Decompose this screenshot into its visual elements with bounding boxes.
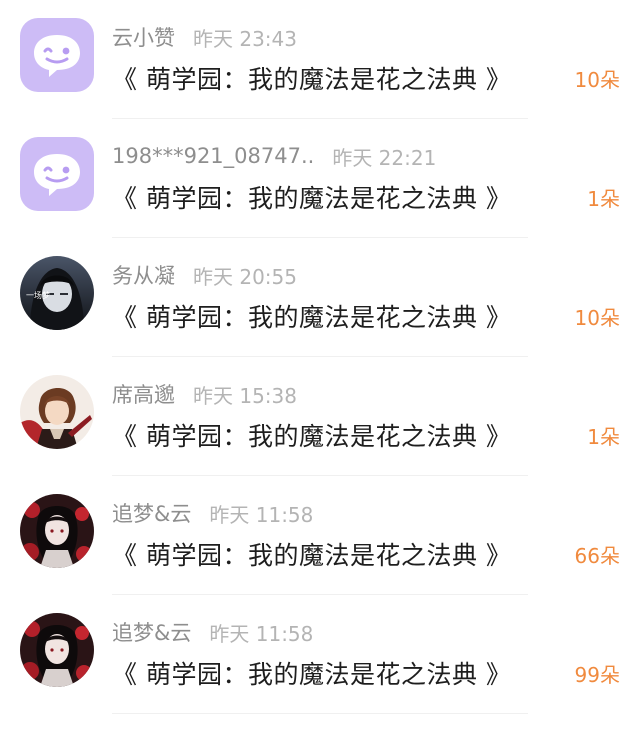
username[interactable]: 席高邈 [112,379,175,409]
book-title[interactable]: 《 萌学园：我的魔法是花之法典 》 [112,298,511,334]
dark-anime-avatar-icon: 一场梦 [20,256,94,330]
timestamp: 昨天 11:58 [209,502,314,527]
flower-count: 10朵 [574,306,620,330]
item-meta: 追梦&云 昨天 11:58 [112,498,313,528]
book-title[interactable]: 《 萌学园：我的魔法是花之法典 》 [112,417,511,453]
avatar[interactable] [20,375,94,449]
avatar[interactable] [20,613,94,687]
book-title[interactable]: 《 萌学园：我的魔法是花之法典 》 [112,536,511,572]
list-item[interactable]: 追梦&云 昨天 11:58 《 萌学园：我的魔法是花之法典 》 66朵 [0,476,640,595]
username[interactable]: 追梦&云 [112,498,191,528]
timestamp: 昨天 20:55 [193,264,297,289]
avatar[interactable] [20,494,94,568]
timestamp: 昨天 15:38 [193,383,297,408]
flower-count: 1朵 [587,187,620,211]
username[interactable]: 云小赞 [112,22,175,52]
avatar[interactable]: 一场梦 [20,256,94,330]
chat-bubble-icon [20,18,94,92]
username[interactable]: 198***921_08747.. [112,144,314,168]
timestamp: 昨天 11:58 [209,621,314,646]
item-meta: 云小赞 昨天 23:43 [112,22,297,52]
timestamp: 昨天 23:43 [193,26,297,51]
avatar[interactable] [20,137,94,211]
timestamp: 昨天 22:21 [332,145,437,170]
item-meta: 席高邈 昨天 15:38 [112,379,297,409]
username[interactable]: 务从凝 [112,260,175,290]
item-meta: 追梦&云 昨天 11:58 [112,617,313,647]
anime-character-avatar-icon [20,494,94,568]
list-item[interactable]: 198***921_08747.. 昨天 22:21 《 萌学园：我的魔法是花之… [0,119,640,238]
flower-count: 10朵 [574,68,620,92]
book-title[interactable]: 《 萌学园：我的魔法是花之法典 》 [112,655,511,691]
list-item[interactable]: 云小赞 昨天 23:43 《 萌学园：我的魔法是花之法典 》 10朵 [0,0,640,119]
list-item[interactable]: 追梦&云 昨天 11:58 《 萌学园：我的魔法是花之法典 》 99朵 [0,595,640,714]
flower-count: 66朵 [574,544,620,568]
item-meta: 198***921_08747.. 昨天 22:21 [112,141,436,171]
flower-count: 99朵 [574,663,620,687]
gift-list: 云小赞 昨天 23:43 《 萌学园：我的魔法是花之法典 》 10朵 198**… [0,0,640,729]
anime-character-avatar-icon [20,375,94,449]
list-item[interactable]: 席高邈 昨天 15:38 《 萌学园：我的魔法是花之法典 》 1朵 [0,357,640,476]
chat-bubble-icon [20,137,94,211]
username[interactable]: 追梦&云 [112,617,191,647]
item-meta: 务从凝 昨天 20:55 [112,260,297,290]
avatar[interactable] [20,18,94,92]
book-title[interactable]: 《 萌学园：我的魔法是花之法典 》 [112,60,511,96]
avatar-caption: 一场梦 [26,291,50,300]
anime-character-avatar-icon [20,613,94,687]
list-item[interactable]: 一场梦 务从凝 昨天 20:55 《 萌学园：我的魔法是花之法典 》 10朵 [0,238,640,357]
flower-count: 1朵 [587,425,620,449]
book-title[interactable]: 《 萌学园：我的魔法是花之法典 》 [112,179,511,215]
divider [112,713,528,714]
